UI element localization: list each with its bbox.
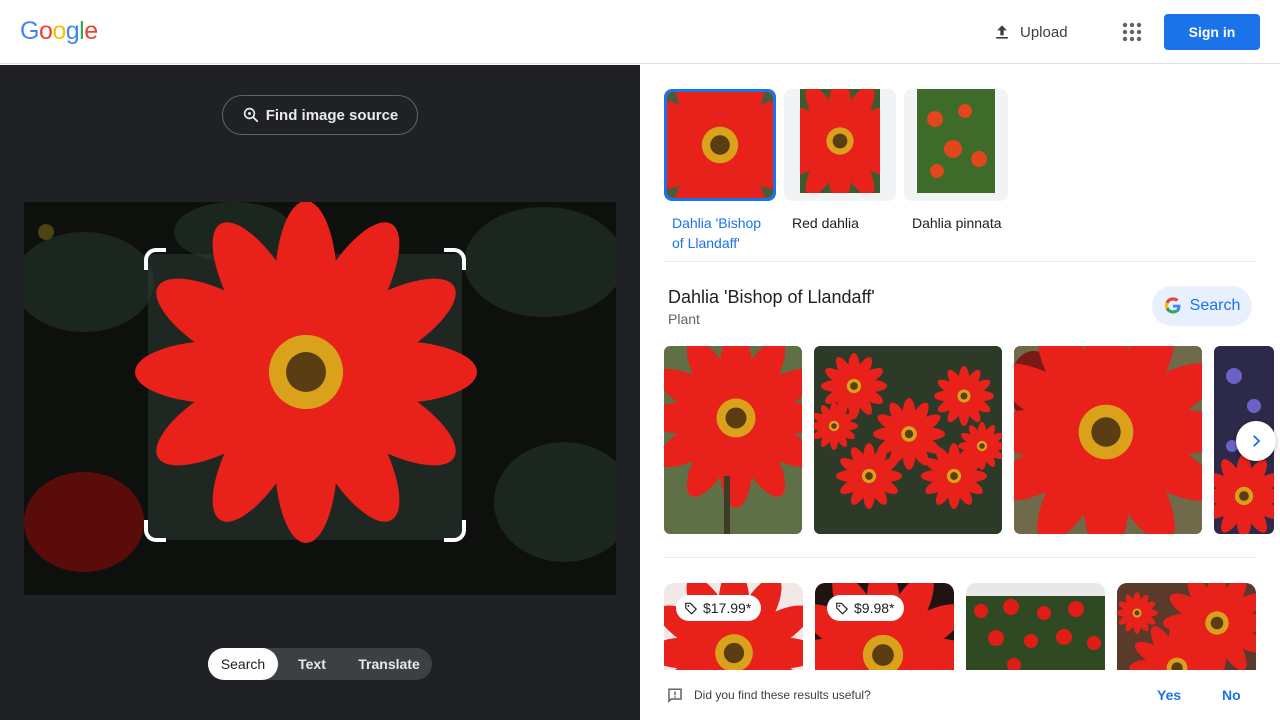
results-pane: Dahlia 'Bishop of Llandaff' Red dahlia D…: [640, 65, 1280, 720]
logo-letter: g: [65, 17, 80, 45]
tag-icon: [685, 602, 698, 615]
gallery-image[interactable]: [1014, 346, 1202, 534]
find-image-source-button[interactable]: Find image source: [222, 95, 418, 135]
entity-chip[interactable]: Dahlia pinnata: [904, 89, 1008, 233]
crop-corner-bottom-left[interactable]: [144, 520, 166, 542]
entity-chip-image: [784, 89, 896, 201]
price-label: $17.99*: [703, 600, 752, 616]
knowledge-search-button[interactable]: Search: [1152, 286, 1252, 326]
knowledge-subtitle: Plant: [668, 311, 700, 327]
mode-text[interactable]: Text: [278, 648, 346, 680]
chevron-right-icon: [1253, 435, 1261, 447]
tag-icon: [836, 602, 849, 615]
lens-mode-switcher: Search Text Translate: [208, 648, 432, 680]
upload-icon: [996, 25, 1008, 39]
feedback-bar: Did you find these results useful? Yes N…: [640, 670, 1280, 720]
feedback-yes-button[interactable]: Yes: [1157, 687, 1181, 703]
crop-corner-top-left[interactable]: [144, 248, 166, 270]
knowledge-title: Dahlia 'Bishop of Llandaff': [668, 287, 875, 307]
feedback-question: Did you find these results useful?: [694, 688, 871, 702]
entity-chip[interactable]: Dahlia 'Bishop of Llandaff': [664, 89, 776, 253]
sign-in-button[interactable]: Sign in: [1164, 14, 1260, 50]
logo-letter: o: [52, 17, 66, 45]
price-label: $9.98*: [854, 600, 895, 616]
entity-chip[interactable]: Red dahlia: [784, 89, 896, 233]
product-card[interactable]: $9.98*: [815, 583, 954, 673]
crop-corner-top-right[interactable]: [444, 248, 466, 270]
divider: [664, 261, 1256, 262]
gallery-next-button[interactable]: [1236, 421, 1276, 461]
gallery-image[interactable]: [664, 346, 802, 534]
lens-search-icon: [243, 107, 259, 123]
price-tag: $9.98*: [827, 595, 905, 621]
product-card[interactable]: $17.99*: [664, 583, 803, 673]
query-image: [24, 202, 616, 595]
find-image-source-label: Find image source: [265, 106, 399, 124]
entity-chip-image: [664, 89, 776, 201]
google-logo[interactable]: Google: [20, 17, 98, 46]
apps-grid-icon[interactable]: [1120, 20, 1144, 44]
price-tag: $17.99*: [676, 595, 762, 621]
google-g-icon: [1164, 297, 1181, 314]
entity-chip-image: [904, 89, 1008, 201]
logo-letter: e: [84, 17, 98, 45]
entity-chip-label: Dahlia pinnata: [912, 215, 1002, 231]
logo-letter: o: [38, 17, 53, 45]
product-card[interactable]: [966, 583, 1105, 673]
knowledge-search-label: Search: [1189, 297, 1241, 314]
divider: [664, 557, 1256, 558]
logo-letter: G: [20, 17, 39, 45]
lens-image-pane: Find image source Search Text Translate: [0, 65, 640, 720]
top-bar: Google Upload Sign in: [0, 0, 1280, 64]
feedback-icon: [668, 688, 682, 704]
product-card[interactable]: [1117, 583, 1256, 673]
feedback-no-button[interactable]: No: [1222, 687, 1241, 703]
mode-translate[interactable]: Translate: [346, 648, 432, 680]
gallery-image[interactable]: [814, 346, 1002, 534]
upload-label: Upload: [1020, 23, 1068, 41]
mode-search[interactable]: Search: [208, 648, 278, 680]
entity-chip-label: Dahlia 'Bishop of Llandaff': [672, 215, 762, 251]
upload-button[interactable]: Upload: [992, 20, 1068, 44]
entity-chip-label: Red dahlia: [792, 215, 859, 231]
dahlia-photo: [24, 202, 616, 595]
